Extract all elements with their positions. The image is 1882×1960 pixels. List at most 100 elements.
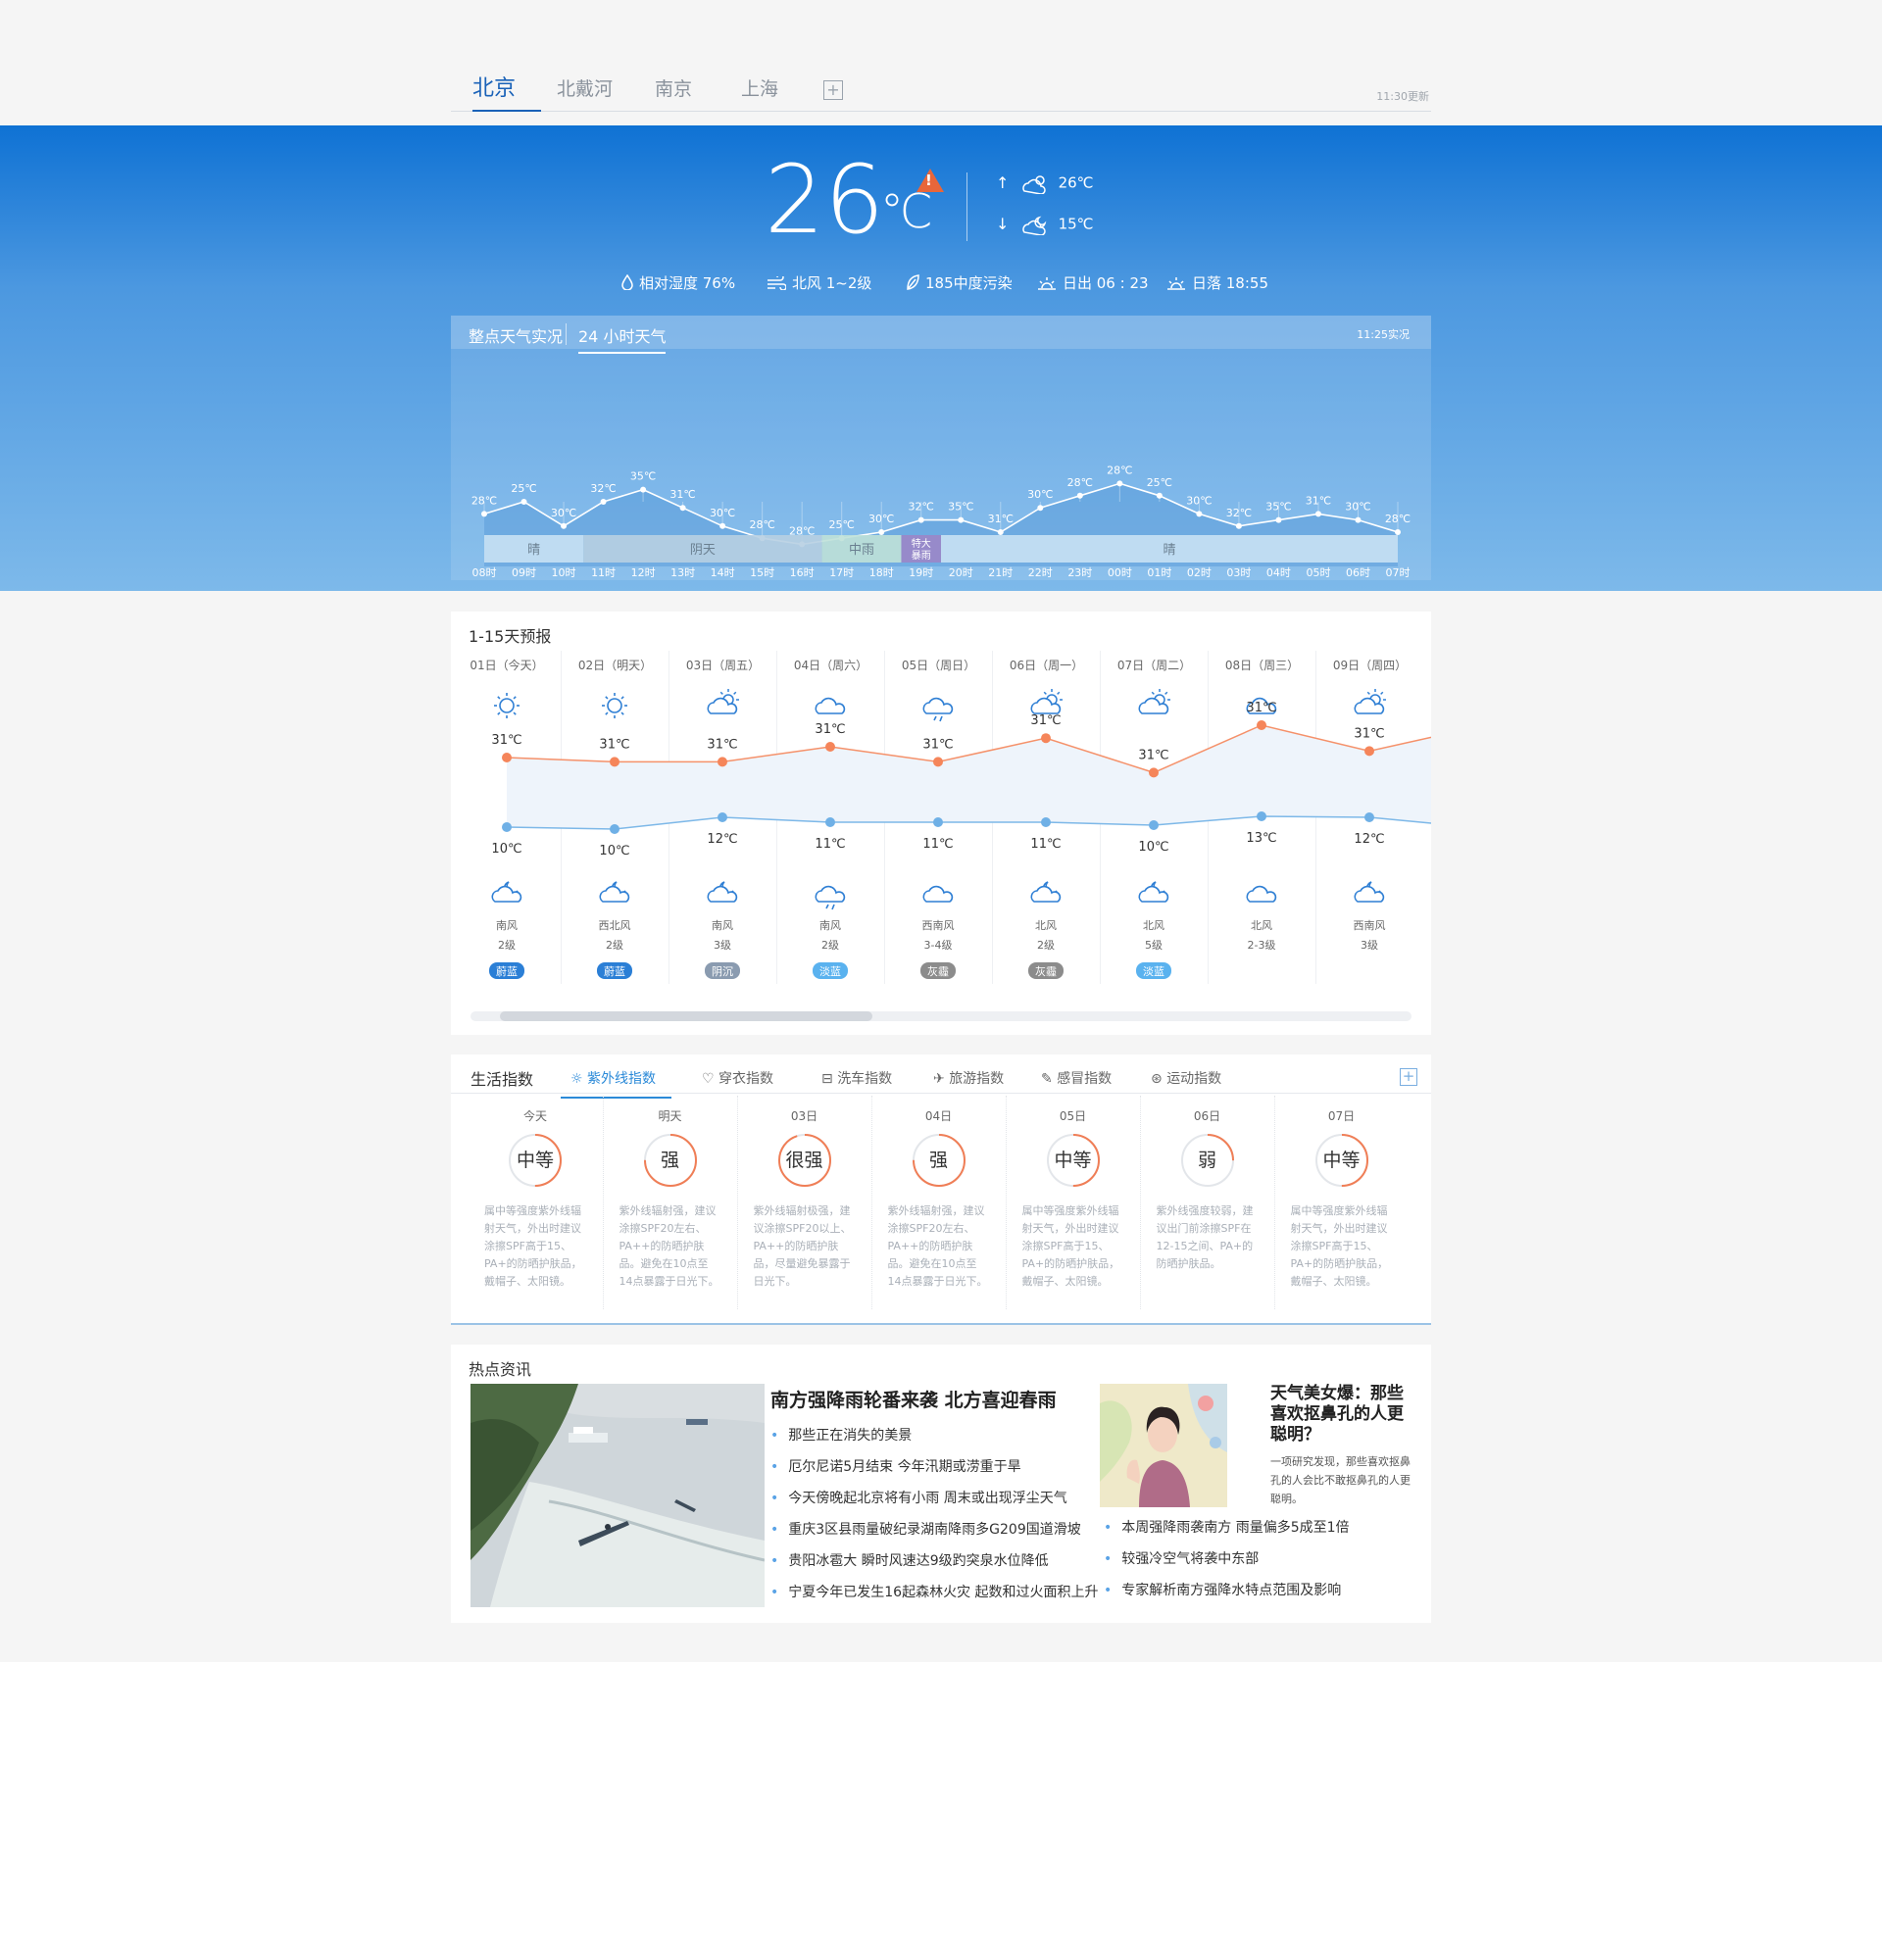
cloud-moon-icon [1138,881,1169,903]
humidity-text: 相对湿度 76% [639,274,736,292]
hour-point [1275,516,1282,523]
uv-index-column[interactable]: 05日 中等 属中等强度紫外线辐射天气，外出时建议涂擦SPF高于15、PA+的防晒护… [1006,1096,1139,1309]
wind-level: 5级 [1145,939,1163,952]
car-icon: ⊟ [821,1071,838,1087]
hour-temp-label: 31℃ [988,513,1014,525]
uv-index-column[interactable]: 06日弱紫外线强度较弱，建议出门前涂擦SPF在12-15之间、PA+的防晒护肤品… [1140,1096,1273,1309]
hour-label: 02时 [1187,566,1212,579]
temperature-range-area [507,725,1431,829]
feature-title[interactable]: 天气美女爆：那些喜欢抠鼻孔的人更聪明？ [1270,1384,1417,1446]
index-description: 紫外线辐射强，建议涂擦SPF20左右、PA++的防晒护肤品。避免在10点至14点… [619,1204,719,1288]
life-index-tab-bar: 生活指数 ☼ 紫外线指数 ♡ 穿衣指数 ⊟ 洗车指数 ✈ 旅游指数 ✎ 感冒指数… [451,1054,1431,1099]
wind-direction: 北风 [1143,919,1164,932]
tab-clothing-index[interactable]: ♡ 穿衣指数 [702,1068,773,1088]
index-day: 03日 [790,1109,818,1123]
tab-cold-index[interactable]: ✎ 感冒指数 [1041,1068,1112,1088]
city-tab-nanjing[interactable]: 南京 [655,74,692,110]
index-gauge: 强 [911,1132,967,1189]
low-temp-label: 12℃ [1354,832,1384,847]
low-temp-point [825,817,835,827]
news-item[interactable]: 重庆3区县雨量破纪录湖南降雨多G209国道滑坡 [770,1519,1099,1550]
news-item[interactable]: 厄尔尼诺5月结束 今年汛期或涝重于旱 [770,1456,1099,1488]
uv-index-column[interactable]: 04日强紫外线辐射强，建议涂擦SPF20左右、PA++的防晒护肤品。避免在10点… [871,1096,1005,1309]
hour-point [1355,516,1362,523]
low-temp-point [1149,820,1159,830]
uv-index-column[interactable]: 明天强紫外线辐射强，建议涂擦SPF20左右、PA++的防晒护肤品。避免在10点至… [603,1096,736,1309]
news-lake-photo[interactable] [470,1384,765,1607]
news-item[interactable]: 本周强降雨袭南方 雨量偏多5成至1倍 [1104,1517,1349,1548]
hour-point [917,516,924,523]
sunset-text: 日落 18:55 [1192,274,1268,292]
hour-point [520,499,527,505]
forecast-scrollbar[interactable] [470,1011,1412,1021]
city-tab-beidaihe[interactable]: 北戴河 [557,74,613,110]
news-item[interactable]: 贵阳冰雹大 瞬时风速达9级趵突泉水位降低 [770,1550,1099,1582]
tab-label: 洗车指数 [837,1071,893,1087]
high-temp-point [502,753,512,762]
index-day: 明天 [658,1109,682,1123]
add-city-button[interactable]: + [823,80,843,100]
hourly-temperature-chart: 28℃ 08时 25℃ 09时 30℃ 10时 32℃ 11时 35℃ 12时 31℃ 13时 30℃ 1… [471,464,1411,579]
air-quality-badge-label: 灰霾 [1035,964,1057,978]
sun-icon [602,693,627,718]
current-weather-panel: 26 ℃ ! ↑ 26℃ ↓ 15℃ 相对湿度 76% 北风 1~2级 185中… [0,125,1882,591]
scrollbar-thumb[interactable] [500,1011,872,1021]
index-gauge: 弱 [1179,1132,1236,1189]
air-quality-badge-label: 蔚蓝 [604,965,625,978]
add-index-button[interactable]: + [1400,1068,1417,1086]
condition-label: 晴 [1163,543,1175,558]
index-level: 中等 [1054,1150,1092,1171]
condition-label: 暴雨 [912,550,931,562]
sunrise-metric: 日出 06 : 23 [1037,272,1149,293]
partly-cloudy-icon [1354,689,1386,714]
index-description: 紫外线辐射强，建议涂擦SPF20左右、PA++的防晒护肤品。避免在10点至14点… [887,1204,988,1288]
divider [966,172,967,241]
index-description: 属中等强度紫外线辐射天气，外出时建议涂擦SPF高于15、PA+的防晒护肤品，戴帽… [1021,1204,1120,1288]
city-tab-shanghai[interactable]: 上海 [741,74,778,110]
tab-uv-index[interactable]: ☼ 紫外线指数 [561,1068,672,1099]
sunrise-text: 日出 06 : 23 [1063,274,1149,292]
city-tab-beijing[interactable]: 北京 [472,71,541,112]
air-quality-badge-label: 灰霾 [927,964,949,978]
tab-sport-index[interactable]: ⊛ 运动指数 [1151,1068,1221,1088]
news-item[interactable]: 今天傍晚起北京将有小雨 周末或出现浮尘天气 [770,1488,1099,1519]
hour-temp-label: 28℃ [1107,464,1132,476]
high-temp-point [718,757,727,767]
tab-travel-index[interactable]: ✈ 旅游指数 [933,1068,1004,1088]
cloud-icon [1246,885,1277,903]
news-item[interactable]: 较强冷空气将袭中东部 [1104,1548,1350,1580]
wind-level: 3级 [714,939,731,952]
high-temp-point [825,742,835,752]
hour-temp-label: 32℃ [590,482,616,495]
hour-temp-label: 32℃ [1226,507,1252,519]
uv-index-column[interactable]: 今天 中等 属中等强度紫外线辐射天气，外出时建议涂擦SPF高于15、PA+的防晒护肤… [469,1096,602,1309]
low-temp-point [502,822,512,832]
low-temp-row: ↓ 15℃ [996,214,1094,235]
news-item[interactable]: 那些正在消失的美景 [770,1425,1099,1456]
condition-label: 中雨 [849,543,874,558]
index-day: 04日 [924,1109,953,1123]
tab-label: 感冒指数 [1057,1071,1113,1087]
weather-presenter-photo[interactable] [1100,1384,1227,1507]
news-headline[interactable]: 南方强降雨轮番来袭 北方喜迎春雨 [770,1386,1057,1412]
uv-index-column[interactable]: 03日 很强 紫外线辐射极强，建议涂擦SPF20以上、PA++的防晒护肤品，尽量避免… [737,1096,870,1309]
cloud-moon-icon [1022,216,1047,235]
wind-direction: 北风 [1035,919,1057,932]
tab-hourly-observed[interactable]: 整点天气实况 [469,323,563,347]
hour-point [1037,505,1044,512]
news-item[interactable]: 专家解析南方强降水特点范围及影响 [1104,1580,1350,1611]
tab-carwash-index[interactable]: ⊟ 洗车指数 [821,1068,892,1088]
hour-label: 04时 [1266,566,1291,579]
news-item[interactable]: 宁夏今年已发生16起森林火灾 起数和过火面积上升 [770,1582,1098,1613]
rain-icon [922,697,954,722]
air-quality-metric[interactable]: 185中度污染 [906,272,1013,293]
uv-index-column[interactable]: 07日 中等 属中等强度紫外线辐射天气，外出时建议涂擦SPF高于15、PA+的防晒护… [1274,1096,1408,1309]
index-description: 紫外线强度较弱，建议出门前涂擦SPF在12-15之间、PA+的防晒护肤品。 [1156,1204,1254,1270]
hour-label: 10时 [552,566,576,579]
hour-point [1235,522,1242,529]
hour-label: 21时 [988,566,1013,579]
air-quality-badge-label: 蔚蓝 [496,965,518,978]
index-day: 06日 [1193,1109,1221,1123]
low-temp-label: 11℃ [815,837,845,852]
hour-label: 00时 [1108,566,1132,579]
